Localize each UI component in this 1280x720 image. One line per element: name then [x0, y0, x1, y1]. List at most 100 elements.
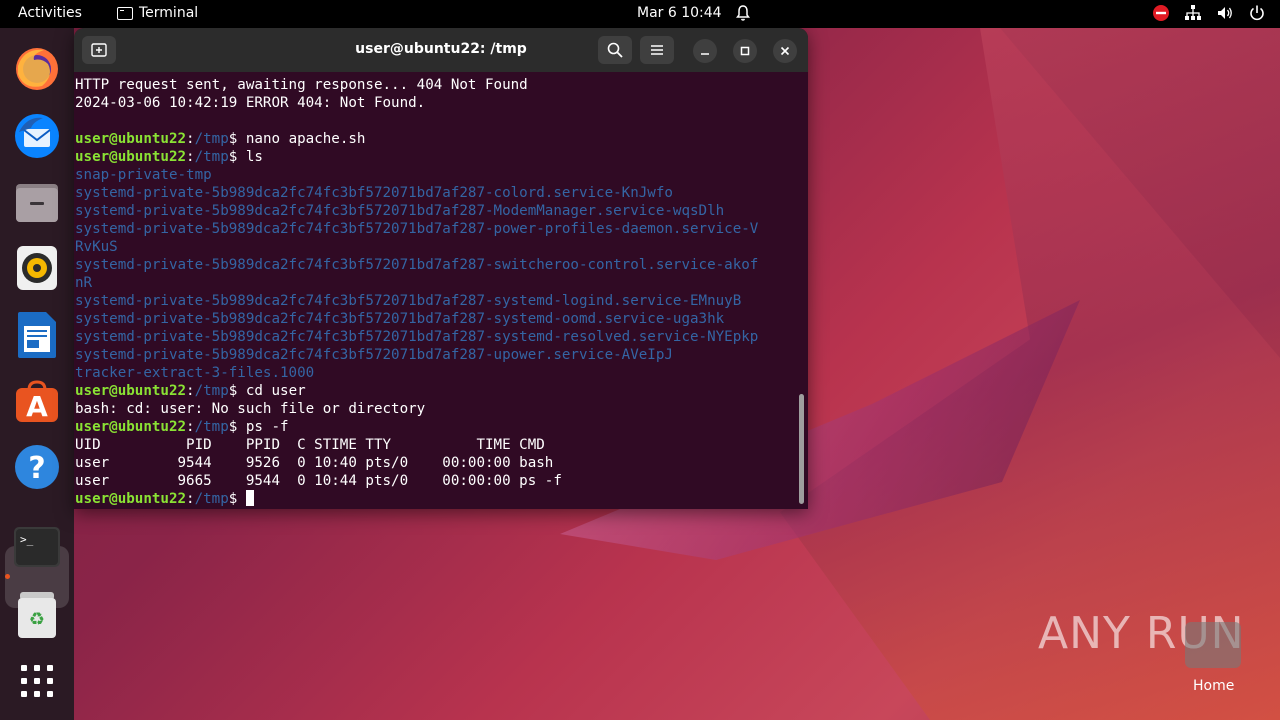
thunderbird-icon[interactable]: [11, 110, 63, 162]
title-bar[interactable]: user@ubuntu22: /tmp: [74, 28, 808, 72]
volume-icon[interactable]: [1216, 4, 1234, 22]
terminal-line: tracker-extract-3-files.1000: [75, 364, 799, 382]
prompt-symbol: $: [228, 491, 246, 507]
close-button[interactable]: [773, 39, 797, 63]
svg-text:♻: ♻: [29, 609, 45, 630]
rhythmbox-icon[interactable]: [11, 242, 63, 294]
directory-entry: systemd-private-5b989dca2fc74fc3bf572071…: [75, 257, 759, 273]
maximize-icon: [740, 46, 750, 56]
terminal-window[interactable]: user@ubuntu22: /tmp HTTP request sent, a…: [74, 28, 808, 509]
dock: A ? >_ ♻: [0, 28, 74, 720]
trash-icon[interactable]: ♻: [11, 589, 63, 641]
terminal-line: systemd-private-5b989dca2fc74fc3bf572071…: [75, 256, 799, 274]
firefox-icon[interactable]: [11, 43, 63, 95]
directory-entry: systemd-private-5b989dca2fc74fc3bf572071…: [75, 221, 759, 237]
terminal-line: user@ubuntu22:/tmp$ ls: [75, 148, 799, 166]
libreoffice-writer-icon[interactable]: [11, 309, 63, 361]
terminal-line: snap-private-tmp: [75, 166, 799, 184]
svg-text:?: ?: [28, 451, 45, 486]
prompt-separator: :: [186, 131, 195, 147]
terminal-line: bash: cd: user: No such file or director…: [75, 400, 799, 418]
search-icon: [607, 42, 623, 58]
terminal-line: systemd-private-5b989dca2fc74fc3bf572071…: [75, 310, 799, 328]
output-text: bash: cd: user: No such file or director…: [75, 401, 426, 417]
top-bar: Activities Terminal Mar 6 10:44: [0, 0, 1280, 28]
do-not-disturb-icon[interactable]: [1152, 4, 1170, 22]
prompt-symbol: $: [228, 149, 246, 165]
directory-entry: systemd-private-5b989dca2fc74fc3bf572071…: [75, 347, 673, 363]
terminal-line: systemd-private-5b989dca2fc74fc3bf572071…: [75, 184, 799, 202]
output-text: HTTP request sent, awaiting response... …: [75, 77, 528, 93]
prompt-user: user@ubuntu22: [75, 491, 187, 507]
activities-button[interactable]: Activities: [18, 5, 82, 21]
command-text: ps -f: [245, 419, 289, 435]
terminal-line: user 9665 9544 0 10:44 pts/0 00:00:00 ps…: [75, 472, 799, 490]
maximize-button[interactable]: [733, 39, 757, 63]
show-apps-icon[interactable]: [11, 655, 63, 707]
network-icon[interactable]: [1184, 4, 1202, 22]
prompt-directory: /tmp: [194, 491, 229, 507]
running-indicator: [5, 574, 10, 579]
clock[interactable]: Mar 6 10:44: [637, 5, 722, 21]
output-text: 2024-03-06 10:42:19 ERROR 404: Not Found…: [75, 95, 426, 111]
directory-entry: systemd-private-5b989dca2fc74fc3bf572071…: [75, 293, 742, 309]
app-center-icon[interactable]: A: [11, 375, 63, 427]
hamburger-icon: [651, 45, 663, 55]
menu-button[interactable]: [640, 36, 674, 64]
directory-entry: systemd-private-5b989dca2fc74fc3bf572071…: [75, 329, 759, 345]
search-button[interactable]: [598, 36, 632, 64]
output-text: UID PID PPID C STIME TTY TIME CMD: [75, 437, 545, 453]
prompt-symbol: $: [228, 419, 246, 435]
minimize-button[interactable]: [693, 39, 717, 63]
terminal-line: systemd-private-5b989dca2fc74fc3bf572071…: [75, 202, 799, 220]
app-name: Terminal: [139, 5, 199, 21]
command-text: ls: [245, 149, 263, 165]
prompt-user: user@ubuntu22: [75, 383, 187, 399]
directory-entry: systemd-private-5b989dca2fc74fc3bf572071…: [75, 203, 725, 219]
terminal-line: user@ubuntu22:/tmp$ nano apache.sh: [75, 130, 799, 148]
prompt-separator: :: [186, 491, 195, 507]
terminal-line: systemd-private-5b989dca2fc74fc3bf572071…: [75, 220, 799, 238]
terminal-line: RvKuS: [75, 238, 799, 256]
help-icon[interactable]: ?: [11, 441, 63, 493]
terminal-line: systemd-private-5b989dca2fc74fc3bf572071…: [75, 346, 799, 364]
terminal-line: UID PID PPID C STIME TTY TIME CMD: [75, 436, 799, 454]
command-text: nano apache.sh: [245, 131, 366, 147]
prompt-directory: /tmp: [194, 149, 229, 165]
directory-entry: RvKuS: [75, 239, 118, 255]
output-text: user 9665 9544 0 10:44 pts/0 00:00:00 ps…: [75, 473, 562, 489]
scrollbar[interactable]: [799, 394, 804, 504]
home-folder-label[interactable]: Home: [1193, 678, 1234, 694]
directory-entry: systemd-private-5b989dca2fc74fc3bf572071…: [75, 185, 673, 201]
terminal-line: systemd-private-5b989dca2fc74fc3bf572071…: [75, 328, 799, 346]
prompt-symbol: $: [228, 383, 246, 399]
terminal-dock-icon[interactable]: >_: [11, 521, 63, 573]
prompt-directory: /tmp: [194, 419, 229, 435]
directory-entry: tracker-extract-3-files.1000: [75, 365, 315, 381]
files-icon[interactable]: [11, 176, 63, 228]
output-text: user 9544 9526 0 10:40 pts/0 00:00:00 ba…: [75, 455, 554, 471]
prompt-directory: /tmp: [194, 383, 229, 399]
prompt-user: user@ubuntu22: [75, 419, 187, 435]
terminal-line: user@ubuntu22:/tmp$ ps -f: [75, 418, 799, 436]
bell-icon[interactable]: [735, 4, 751, 22]
svg-text:>_: >_: [20, 533, 34, 546]
terminal-output[interactable]: HTTP request sent, awaiting response... …: [75, 76, 799, 508]
terminal-line: 2024-03-06 10:42:19 ERROR 404: Not Found…: [75, 94, 799, 112]
prompt-separator: :: [186, 419, 195, 435]
system-tray[interactable]: [1152, 4, 1266, 22]
app-menu[interactable]: Terminal: [117, 5, 198, 21]
prompt-user: user@ubuntu22: [75, 131, 187, 147]
terminal-line: user@ubuntu22:/tmp$ cd user: [75, 382, 799, 400]
terminal-line: user@ubuntu22:/tmp$: [75, 490, 799, 508]
directory-entry: systemd-private-5b989dca2fc74fc3bf572071…: [75, 311, 725, 327]
power-icon[interactable]: [1248, 4, 1266, 22]
minimize-icon: [701, 53, 709, 55]
terminal-line: user 9544 9526 0 10:40 pts/0 00:00:00 ba…: [75, 454, 799, 472]
home-folder-icon[interactable]: [1185, 622, 1241, 668]
directory-entry: snap-private-tmp: [75, 167, 212, 183]
terminal-line: nR: [75, 274, 799, 292]
prompt-symbol: $: [228, 131, 246, 147]
command-text: cd user: [245, 383, 306, 399]
